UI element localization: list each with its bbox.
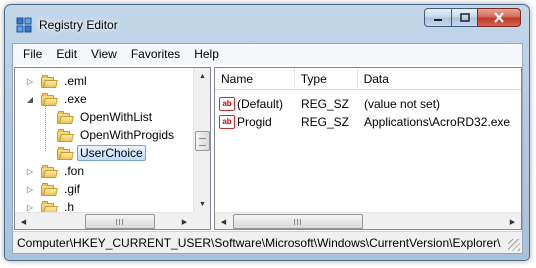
expand-icon[interactable]: ▷	[25, 184, 35, 194]
list-horizontal-scroll-thumb[interactable]	[233, 214, 363, 229]
caption-buttons	[424, 8, 521, 29]
string-value-icon: ab	[219, 97, 235, 111]
menu-file[interactable]: File	[16, 44, 49, 65]
title-bar[interactable]: Registry Editor	[5, 5, 529, 43]
scroll-left-icon[interactable]: ◀	[15, 213, 32, 229]
folder-open-icon	[41, 92, 58, 106]
value-name: Progid	[237, 115, 272, 129]
value-type: REG_SZ	[301, 115, 350, 129]
maximize-icon	[459, 13, 470, 22]
folder-icon	[41, 164, 58, 178]
list-row[interactable]: ab (Default) REG_SZ (value not set)	[215, 95, 521, 113]
tree-item-fon[interactable]: ▷ .fon	[25, 162, 87, 180]
scroll-left-icon[interactable]: ◀	[215, 213, 232, 229]
menu-edit[interactable]: Edit	[49, 44, 84, 65]
folder-icon	[57, 146, 74, 160]
tree-item-openwithprogids[interactable]: OpenWithProgids	[57, 126, 177, 144]
values-list-pane[interactable]: Name Type Data ab (Default) REG_SZ (valu…	[214, 67, 522, 230]
maximize-button[interactable]	[451, 8, 477, 27]
menu-favorites[interactable]: Favorites	[124, 44, 187, 65]
value-data: Applications\AcroRD32.exe	[364, 115, 511, 129]
status-bar: Computer\HKEY_CURRENT_USER\Software\Micr…	[13, 231, 522, 253]
tree-item-label: .exe	[64, 92, 87, 106]
registry-editor-icon	[16, 17, 32, 33]
menu-bar: File Edit View Favorites Help	[13, 44, 522, 65]
column-header-name[interactable]: Name	[215, 68, 295, 90]
scroll-up-icon[interactable]: ▲	[194, 68, 210, 85]
tree-item-label-selected: UserChoice	[77, 145, 146, 161]
tree-item-label: .fon	[64, 164, 85, 178]
tree-item-openwithlist[interactable]: OpenWithList	[57, 108, 155, 126]
status-path: Computer\HKEY_CURRENT_USER\Software\Micr…	[17, 235, 501, 250]
minimize-button[interactable]	[424, 8, 451, 27]
column-header-type[interactable]: Type	[295, 68, 358, 90]
key-tree-pane[interactable]: ▷ .eml ◢ .exe OpenWithList OpenWithProgi…	[14, 67, 211, 230]
scroll-down-icon[interactable]: ▼	[194, 196, 210, 213]
scroll-right-icon[interactable]: ▶	[176, 213, 193, 229]
tree-vertical-scrollbar[interactable]: ▲ ▼	[193, 68, 210, 213]
name-cell: ab (Default)	[215, 97, 295, 111]
list-row[interactable]: ab Progid REG_SZ Applications\AcroRD32.e…	[215, 113, 521, 131]
folder-icon	[57, 128, 74, 142]
menu-view[interactable]: View	[84, 44, 124, 65]
string-value-icon: ab	[219, 115, 235, 129]
registry-editor-window: Registry Editor File Edit View Favorites…	[4, 4, 530, 261]
folder-icon	[41, 182, 58, 196]
expand-icon[interactable]: ▷	[25, 202, 35, 212]
expand-icon[interactable]: ▷	[25, 76, 35, 86]
minimize-icon	[434, 18, 442, 21]
tree-item-eml[interactable]: ▷ .eml	[25, 72, 90, 90]
resize-grip-icon[interactable]	[508, 239, 520, 251]
close-button[interactable]	[477, 8, 521, 27]
list-header: Name Type Data	[215, 68, 521, 90]
list-horizontal-scrollbar[interactable]: ◀ ▶	[215, 212, 521, 229]
expand-icon[interactable]: ▷	[25, 166, 35, 176]
tree-item-userchoice[interactable]: UserChoice	[57, 144, 146, 162]
tree-item-label: OpenWithProgids	[80, 128, 175, 142]
window-title: Registry Editor	[39, 18, 118, 32]
tree-item-label: OpenWithList	[80, 110, 153, 124]
tree-horizontal-scroll-thumb[interactable]	[85, 214, 155, 229]
tree-horizontal-scrollbar[interactable]: ◀ ▶	[15, 212, 193, 229]
value-type: REG_SZ	[301, 97, 350, 111]
tree-item-gif[interactable]: ▷ .gif	[25, 180, 83, 198]
tree-vertical-scroll-thumb[interactable]	[195, 131, 210, 151]
scroll-right-icon[interactable]: ▶	[504, 213, 521, 229]
folder-icon	[57, 110, 74, 124]
name-cell: ab Progid	[215, 115, 295, 129]
value-data: (value not set)	[364, 97, 441, 111]
panes: ▷ .eml ◢ .exe OpenWithList OpenWithProgi…	[14, 67, 522, 230]
close-icon	[494, 12, 504, 23]
tree-item-exe[interactable]: ◢ .exe	[25, 90, 90, 108]
column-header-data[interactable]: Data	[358, 68, 521, 90]
tree-item-label: .eml	[64, 74, 87, 88]
client-area: File Edit View Favorites Help ▷ .eml ◢ .…	[12, 43, 523, 254]
menu-help[interactable]: Help	[187, 44, 226, 65]
collapse-icon[interactable]: ◢	[25, 94, 35, 104]
tree-item-label: .gif	[64, 182, 81, 196]
tree-connector-line	[45, 105, 46, 151]
scrollbar-corner	[193, 212, 210, 229]
folder-icon	[41, 74, 58, 88]
value-name: (Default)	[237, 97, 284, 111]
